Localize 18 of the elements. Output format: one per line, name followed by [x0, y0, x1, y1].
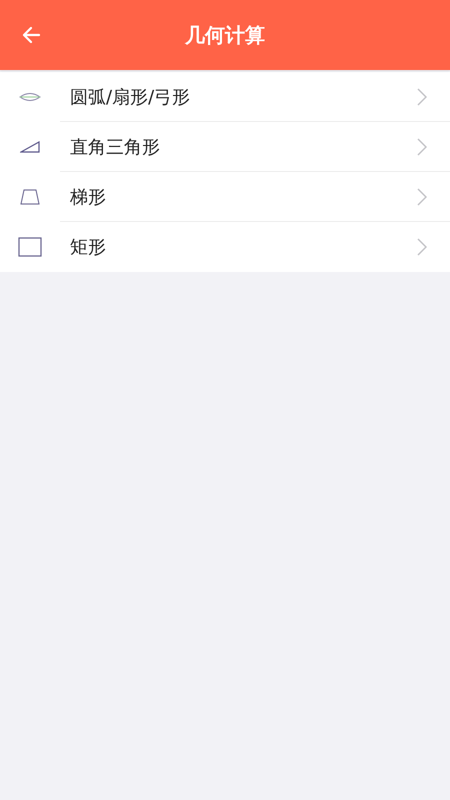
list-item[interactable]: 圆弧/扇形/弓形 — [0, 72, 450, 122]
back-arrow-icon[interactable] — [21, 25, 41, 45]
right-triangle-icon — [20, 141, 40, 153]
screen-title: 几何计算 — [185, 22, 265, 48]
list-item[interactable]: 矩形 — [0, 222, 450, 272]
chevron-right-icon — [417, 238, 427, 256]
trapezoid-icon — [20, 189, 40, 205]
list-item[interactable]: 直角三角形 — [0, 122, 450, 172]
chevron-right-icon — [417, 188, 427, 206]
item-label: 直角三角形 — [69, 136, 160, 158]
item-label: 圆弧/扇形/弓形 — [69, 86, 190, 108]
rectangle-icon — [18, 237, 42, 257]
lens-shape-icon — [19, 92, 41, 102]
chevron-right-icon — [417, 88, 427, 106]
chevron-right-icon — [417, 138, 427, 156]
item-label: 梯形 — [69, 186, 106, 208]
item-label: 矩形 — [69, 236, 106, 259]
list-item[interactable]: 梯形 — [0, 172, 450, 222]
